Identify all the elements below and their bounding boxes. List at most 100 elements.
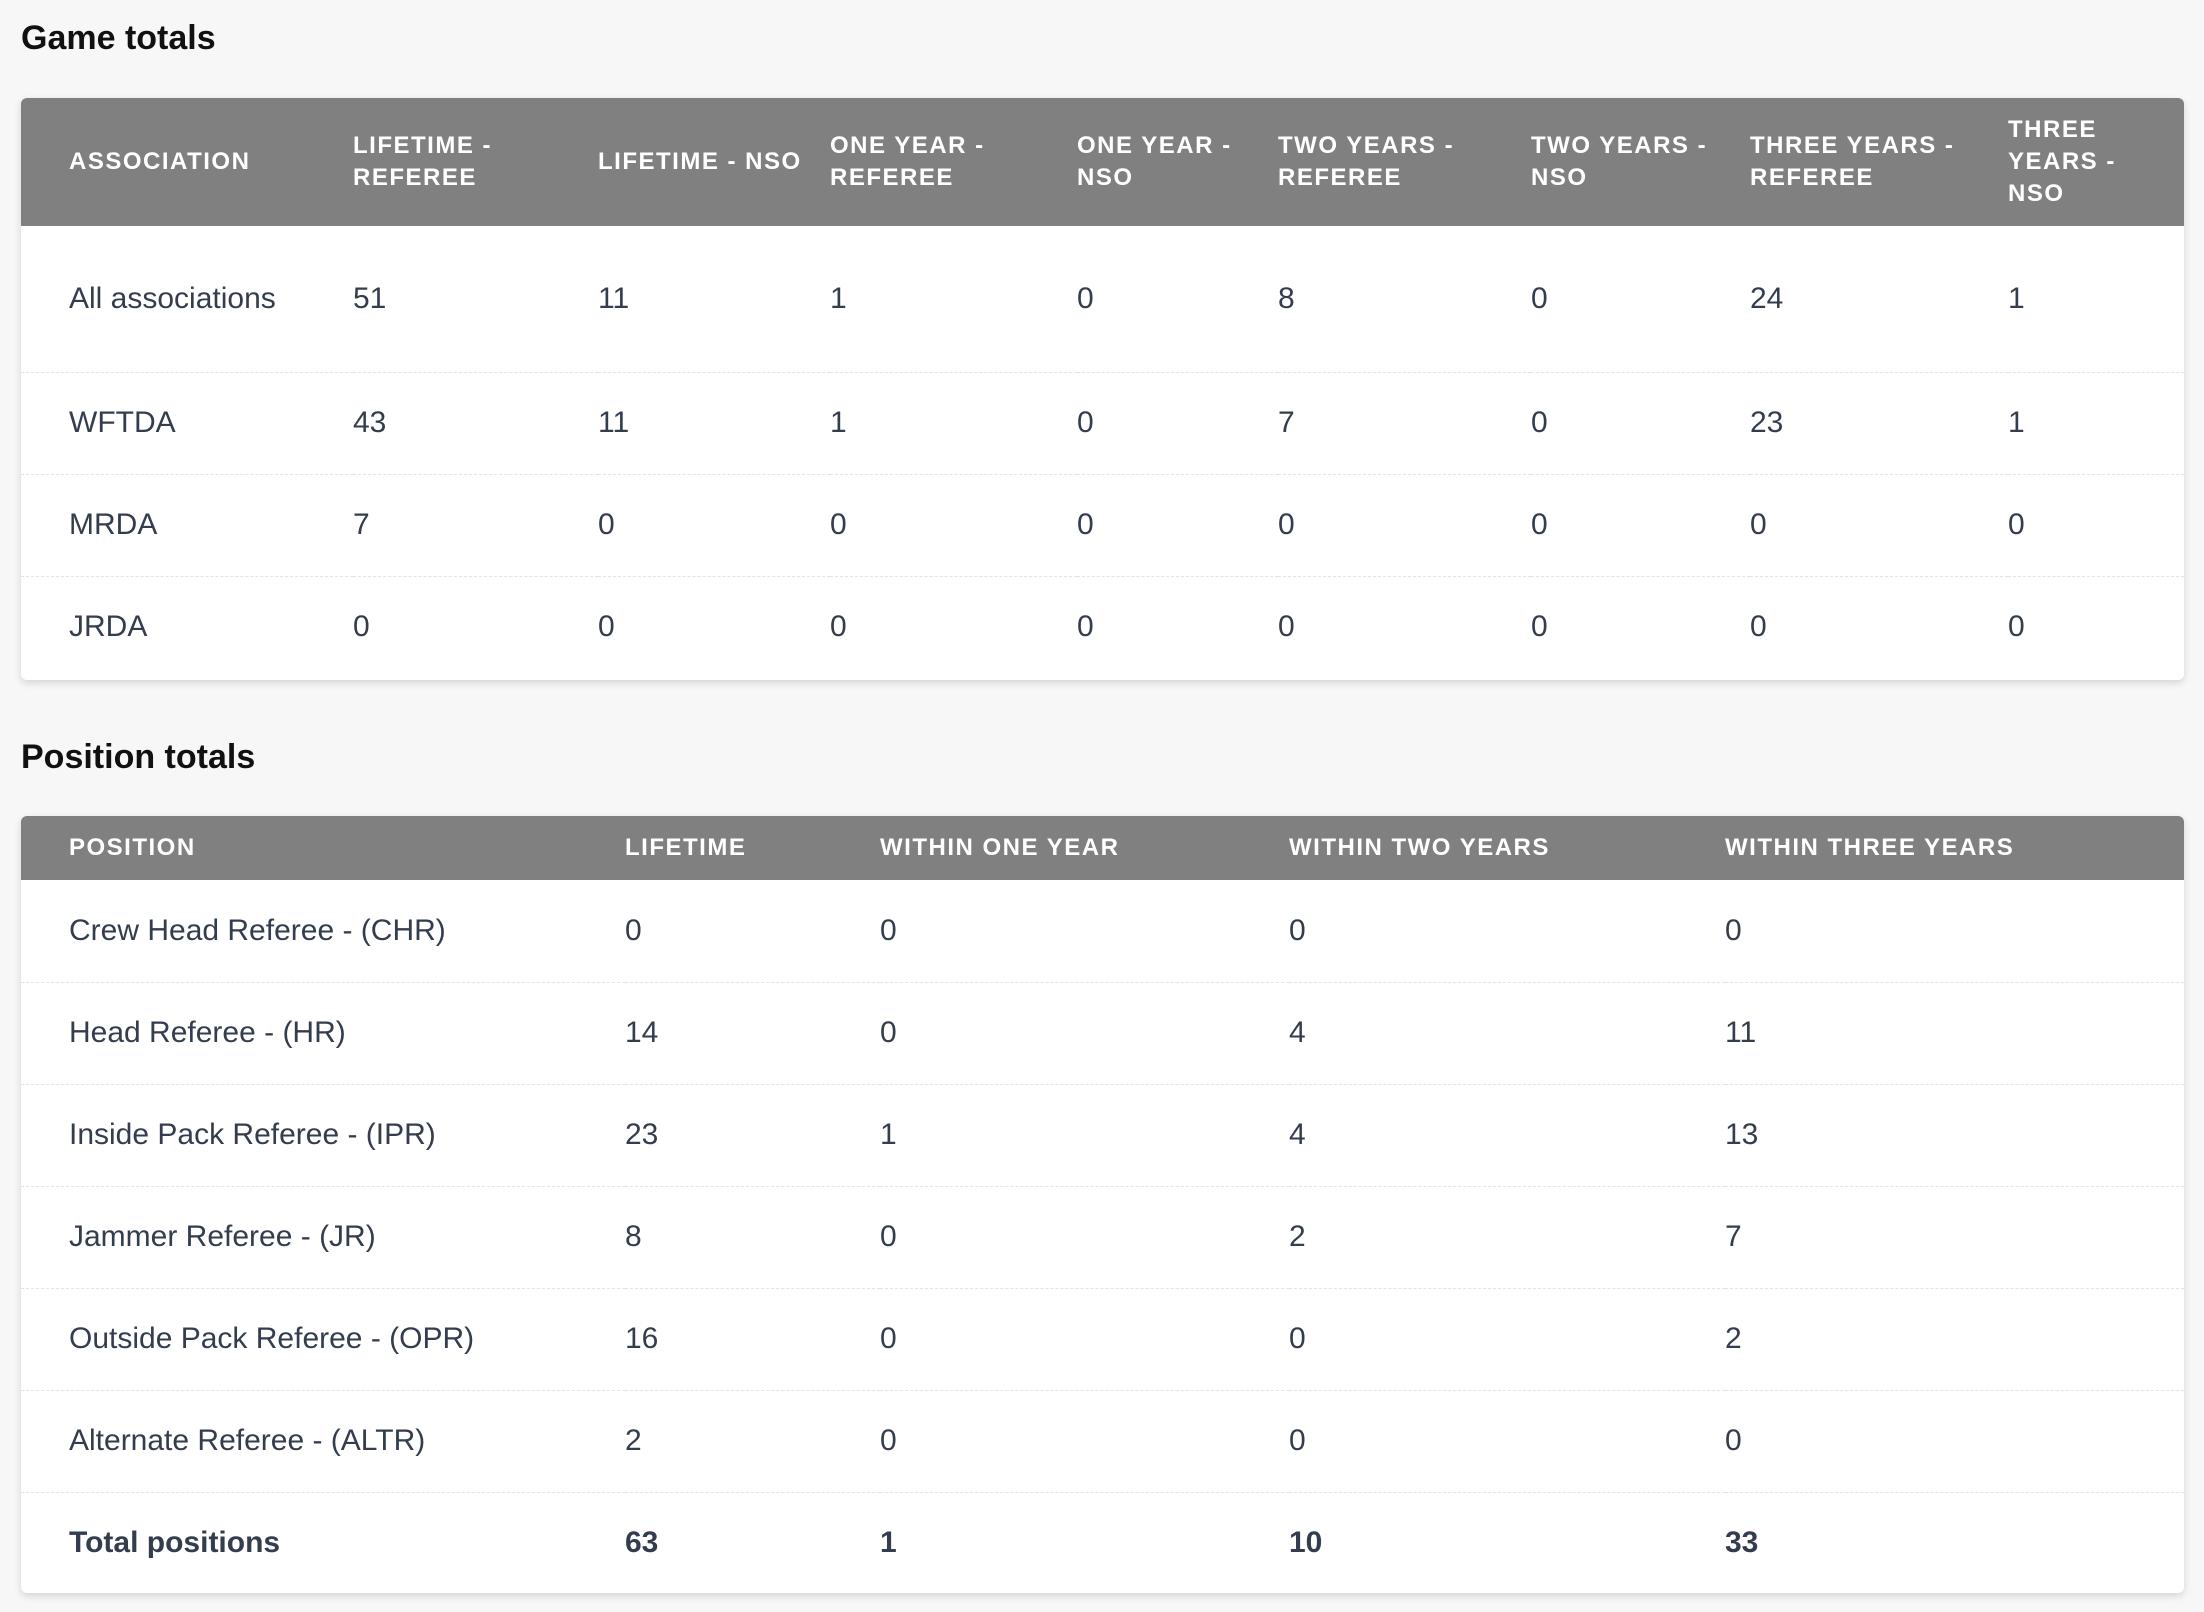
table-cell: 0 <box>1289 913 1306 947</box>
total-label: Total positions <box>21 1491 625 1593</box>
position-name: Jammer Referee - (JR) <box>21 1185 625 1288</box>
table-cell: 0 <box>830 575 1077 678</box>
total-cell: 33 <box>1725 1491 2184 1593</box>
total-cell: 10 <box>1289 1491 1725 1593</box>
table-row: Alternate Referee - (ALTR) 2 0 0 0 <box>21 1389 2184 1492</box>
table-cell: 8 <box>625 1185 880 1288</box>
table-cell: 0 <box>1750 575 2008 678</box>
table-row: Outside Pack Referee - (OPR) 16 0 0 2 <box>21 1287 2184 1390</box>
column-header-lifetime: Lifetime <box>625 816 880 880</box>
table-cell: 0 <box>1077 371 1278 474</box>
table-cell: 4 <box>1289 1083 1725 1186</box>
table-cell: 0 <box>880 913 897 947</box>
table-cell: 0 <box>1077 473 1278 576</box>
column-header-position: Position <box>21 816 625 880</box>
table-cell: 0 <box>880 1287 1289 1390</box>
table-cell: 0 <box>1725 1389 2184 1492</box>
column-header-two-years-referee: Two years - Referee <box>1278 98 1531 226</box>
table-row: Jammer Referee - (JR) 8 0 2 7 <box>21 1185 2184 1288</box>
game-totals-header-row: Association Lifetime - Referee Lifetime … <box>21 98 2184 226</box>
column-header-association: Association <box>21 98 353 226</box>
table-cell: 2 <box>1289 1185 1725 1288</box>
table-row: MRDA 7 0 0 0 0 0 0 0 <box>21 473 2184 576</box>
table-cell: 0 <box>2008 473 2184 576</box>
total-cell: 1 <box>880 1491 1289 1593</box>
game-totals-title: Game totals <box>21 19 216 57</box>
table-cell: 0 <box>1289 1389 1725 1492</box>
total-positions-row: Total positions 63 1 10 33 <box>21 1491 2184 1593</box>
column-header-three-years-referee: Three years - Referee <box>1750 98 2008 226</box>
association-name: JRDA <box>21 575 353 678</box>
table-cell: 7 <box>1725 1185 2184 1288</box>
table-cell: 0 <box>880 1185 1289 1288</box>
table-cell: 0 <box>598 473 830 576</box>
table-row: Head Referee - (HR) 14 0 4 11 <box>21 981 2184 1084</box>
table-cell: 0 <box>1278 473 1531 576</box>
table-cell: 1 <box>2008 281 2025 315</box>
position-name: Inside Pack Referee - (IPR) <box>21 1083 625 1186</box>
column-header-three-years-nso: Three years - NSO <box>2008 98 2184 226</box>
table-cell: 14 <box>625 981 880 1084</box>
column-header-within-two-years: Within two years <box>1289 816 1725 880</box>
table-cell: 51 <box>353 281 387 315</box>
table-cell: 0 <box>1077 281 1094 315</box>
column-header-two-years-nso: Two years - NSO <box>1531 98 1750 226</box>
table-cell: 0 <box>830 473 1077 576</box>
table-cell: 1 <box>2008 371 2184 474</box>
position-name: Outside Pack Referee - (OPR) <box>21 1287 625 1390</box>
table-cell: 11 <box>1725 981 2184 1084</box>
table-cell: 8 <box>1278 281 1295 315</box>
table-cell: 0 <box>1531 371 1750 474</box>
column-header-one-year-nso: One year - NSO <box>1077 98 1278 226</box>
table-cell: 0 <box>1531 473 1750 576</box>
table-cell: 23 <box>625 1083 880 1186</box>
table-cell: 2 <box>1725 1287 2184 1390</box>
table-cell: 4 <box>1289 981 1725 1084</box>
table-cell: 0 <box>2008 575 2184 678</box>
table-cell: 7 <box>1278 371 1531 474</box>
position-name: Head Referee - (HR) <box>21 981 625 1084</box>
table-row: WFTDA 43 11 1 0 7 0 23 1 <box>21 371 2184 474</box>
association-name: MRDA <box>21 473 353 576</box>
table-cell: 0 <box>353 575 598 678</box>
position-totals-table: Position Lifetime Within one year Within… <box>21 816 2184 1593</box>
table-cell: 11 <box>598 281 630 315</box>
column-header-within-three-years: Within three years <box>1725 816 2184 880</box>
table-cell: 13 <box>1725 1083 2184 1186</box>
table-cell: 11 <box>598 371 830 474</box>
position-name: Crew Head Referee - (CHR) <box>69 913 446 947</box>
table-cell: 0 <box>880 1389 1289 1492</box>
table-cell: 1 <box>830 281 847 315</box>
position-name: Alternate Referee - (ALTR) <box>21 1389 625 1492</box>
table-cell: 2 <box>625 1389 880 1492</box>
table-cell: 0 <box>1725 913 1742 947</box>
table-cell: 1 <box>880 1083 1289 1186</box>
table-cell: 0 <box>1289 1287 1725 1390</box>
table-row: Crew Head Referee - (CHR) 0 0 0 0 <box>21 880 2184 982</box>
table-cell: 0 <box>625 913 642 947</box>
column-header-lifetime-referee: Lifetime - Referee <box>353 98 598 226</box>
column-header-within-one-year: Within one year <box>880 816 1289 880</box>
column-header-one-year-referee: One year - Referee <box>830 98 1077 226</box>
association-name: All associations <box>69 281 276 315</box>
table-cell: 43 <box>353 371 598 474</box>
table-row: All associations 51 11 1 0 8 0 24 1 <box>21 226 2184 372</box>
table-cell: 16 <box>625 1287 880 1390</box>
position-totals-card: Position Lifetime Within one year Within… <box>21 816 2184 1593</box>
table-cell: 0 <box>1750 473 2008 576</box>
table-cell: 7 <box>353 473 598 576</box>
column-header-lifetime-nso: Lifetime - NSO <box>598 98 830 226</box>
table-cell: 23 <box>1750 371 2008 474</box>
association-name: WFTDA <box>21 371 353 474</box>
table-row: Inside Pack Referee - (IPR) 23 1 4 13 <box>21 1083 2184 1186</box>
table-cell: 0 <box>1531 575 1750 678</box>
position-totals-header-row: Position Lifetime Within one year Within… <box>21 816 2184 880</box>
table-cell: 0 <box>1278 575 1531 678</box>
table-cell: 1 <box>830 371 1077 474</box>
table-cell: 24 <box>1750 281 1784 315</box>
table-cell: 0 <box>598 575 830 678</box>
total-cell: 63 <box>625 1491 880 1593</box>
table-cell: 0 <box>1077 575 1278 678</box>
table-cell: 0 <box>1531 281 1548 315</box>
position-totals-title: Position totals <box>21 738 256 776</box>
